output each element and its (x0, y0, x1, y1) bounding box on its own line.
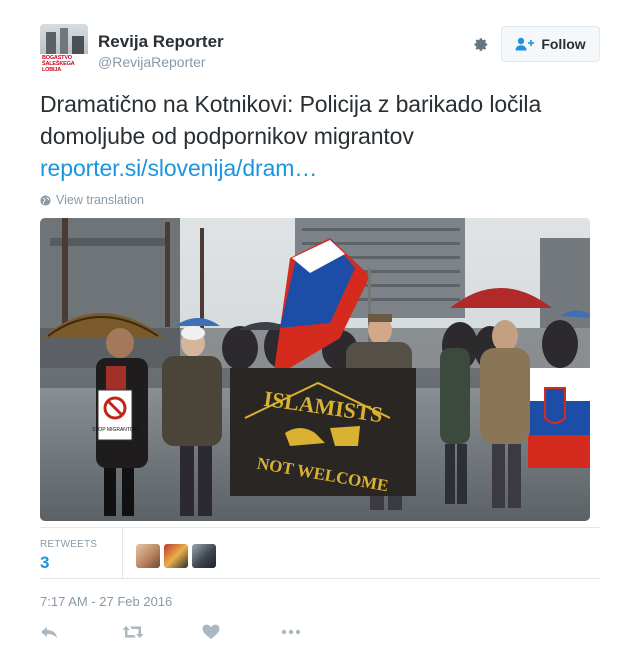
retweet-icon (122, 626, 144, 638)
avatar[interactable]: BOGASTVO ŠALEŠKEGA LOBIJA (40, 24, 88, 72)
reply-icon (41, 627, 57, 638)
retweeter-avatars (136, 544, 216, 568)
retweets-label: RETWEETS (40, 539, 98, 550)
view-translation-label: View translation (56, 193, 145, 207)
tweet-body: Dramatično na Kotnikovi: Policija z bari… (40, 91, 542, 149)
tweet-photo[interactable]: STOP MIGRANTOM ISLAMISTS NOT WELCOME (40, 218, 590, 521)
tweet-link[interactable]: reporter.si/slovenija/dram… (40, 152, 600, 184)
tweet-actions (40, 622, 340, 644)
stats-separator (122, 528, 123, 578)
reply-button[interactable] (40, 624, 58, 642)
avatar-caption-line2: ŠALEŠKEGA LOBIJA (42, 61, 75, 72)
add-user-icon (515, 37, 535, 51)
like-button[interactable] (202, 624, 220, 642)
retweets-count[interactable]: 3 (40, 553, 49, 573)
retweeter-avatar[interactable] (164, 544, 188, 568)
view-translation[interactable]: View translation (40, 193, 144, 207)
retweeter-avatar[interactable] (136, 544, 160, 568)
retweeter-avatar[interactable] (192, 544, 216, 568)
more-button[interactable] (281, 624, 301, 642)
more-dots-icon (281, 629, 301, 635)
globe-icon (40, 194, 51, 206)
tweet-stats: RETWEETS 3 (40, 528, 600, 578)
follow-label: Follow (541, 36, 586, 52)
sign-text: STOP MIGRANTOM (92, 427, 138, 433)
divider-bottom (40, 578, 600, 579)
retweet-button[interactable] (122, 624, 144, 642)
author-name[interactable]: Revija Reporter (98, 32, 224, 52)
tweet-header: BOGASTVO ŠALEŠKEGA LOBIJA Revija Reporter… (40, 24, 600, 76)
heart-icon (202, 624, 220, 639)
follow-button[interactable]: Follow (501, 26, 600, 62)
tweet-text: Dramatično na Kotnikovi: Policija z bari… (40, 88, 600, 184)
gear-icon[interactable] (470, 34, 490, 54)
author-handle[interactable]: @RevijaReporter (98, 54, 206, 70)
tweet-timestamp[interactable]: 7:17 AM - 27 Feb 2016 (40, 594, 172, 609)
protest-photo-illustration: STOP MIGRANTOM ISLAMISTS NOT WELCOME (40, 218, 590, 521)
